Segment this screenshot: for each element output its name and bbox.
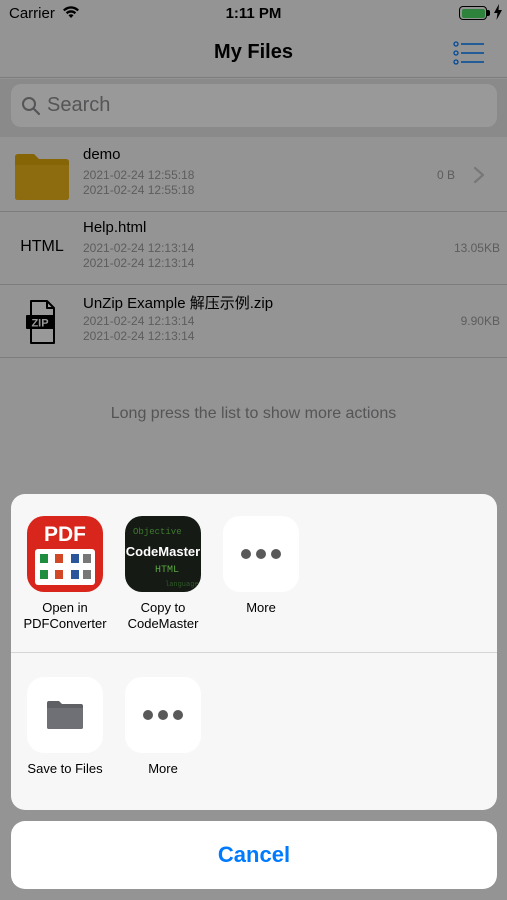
- cancel-button[interactable]: Cancel: [11, 821, 497, 889]
- action-more[interactable]: More: [113, 677, 213, 777]
- svg-text:Objective: Objective: [133, 527, 182, 537]
- more-icon: [223, 516, 299, 592]
- share-app-label-line1: Open in: [42, 600, 88, 615]
- share-app-codemaster[interactable]: Objective CodeMaster HTML language Copy …: [113, 516, 213, 632]
- svg-text:HTML: HTML: [155, 565, 179, 576]
- svg-text:language: language: [165, 581, 199, 589]
- share-app-more[interactable]: More: [211, 516, 311, 616]
- folder-icon: [27, 677, 103, 753]
- share-app-label-line2: CodeMaster: [127, 616, 199, 631]
- share-app-pdfconverter[interactable]: PDF Open in PDFConverter: [15, 516, 115, 632]
- more-icon: [125, 677, 201, 753]
- codemaster-app-icon: Objective CodeMaster HTML language: [125, 516, 201, 592]
- action-label: Save to Files: [27, 761, 103, 776]
- pdf-icon-text: PDF: [44, 523, 86, 546]
- share-sheet-divider: [11, 652, 497, 653]
- action-save-to-files[interactable]: Save to Files: [15, 677, 115, 777]
- pdfconverter-app-icon: PDF: [27, 516, 103, 592]
- codemaster-icon-text: CodeMaster: [126, 544, 200, 559]
- action-label: More: [148, 761, 178, 776]
- share-sheet: PDF Open in PDFConverter Objective CodeM…: [11, 494, 497, 810]
- share-app-label-line1: Copy to: [140, 600, 186, 615]
- share-app-label-line2: PDFConverter: [23, 616, 107, 631]
- share-app-more-label: More: [246, 600, 276, 615]
